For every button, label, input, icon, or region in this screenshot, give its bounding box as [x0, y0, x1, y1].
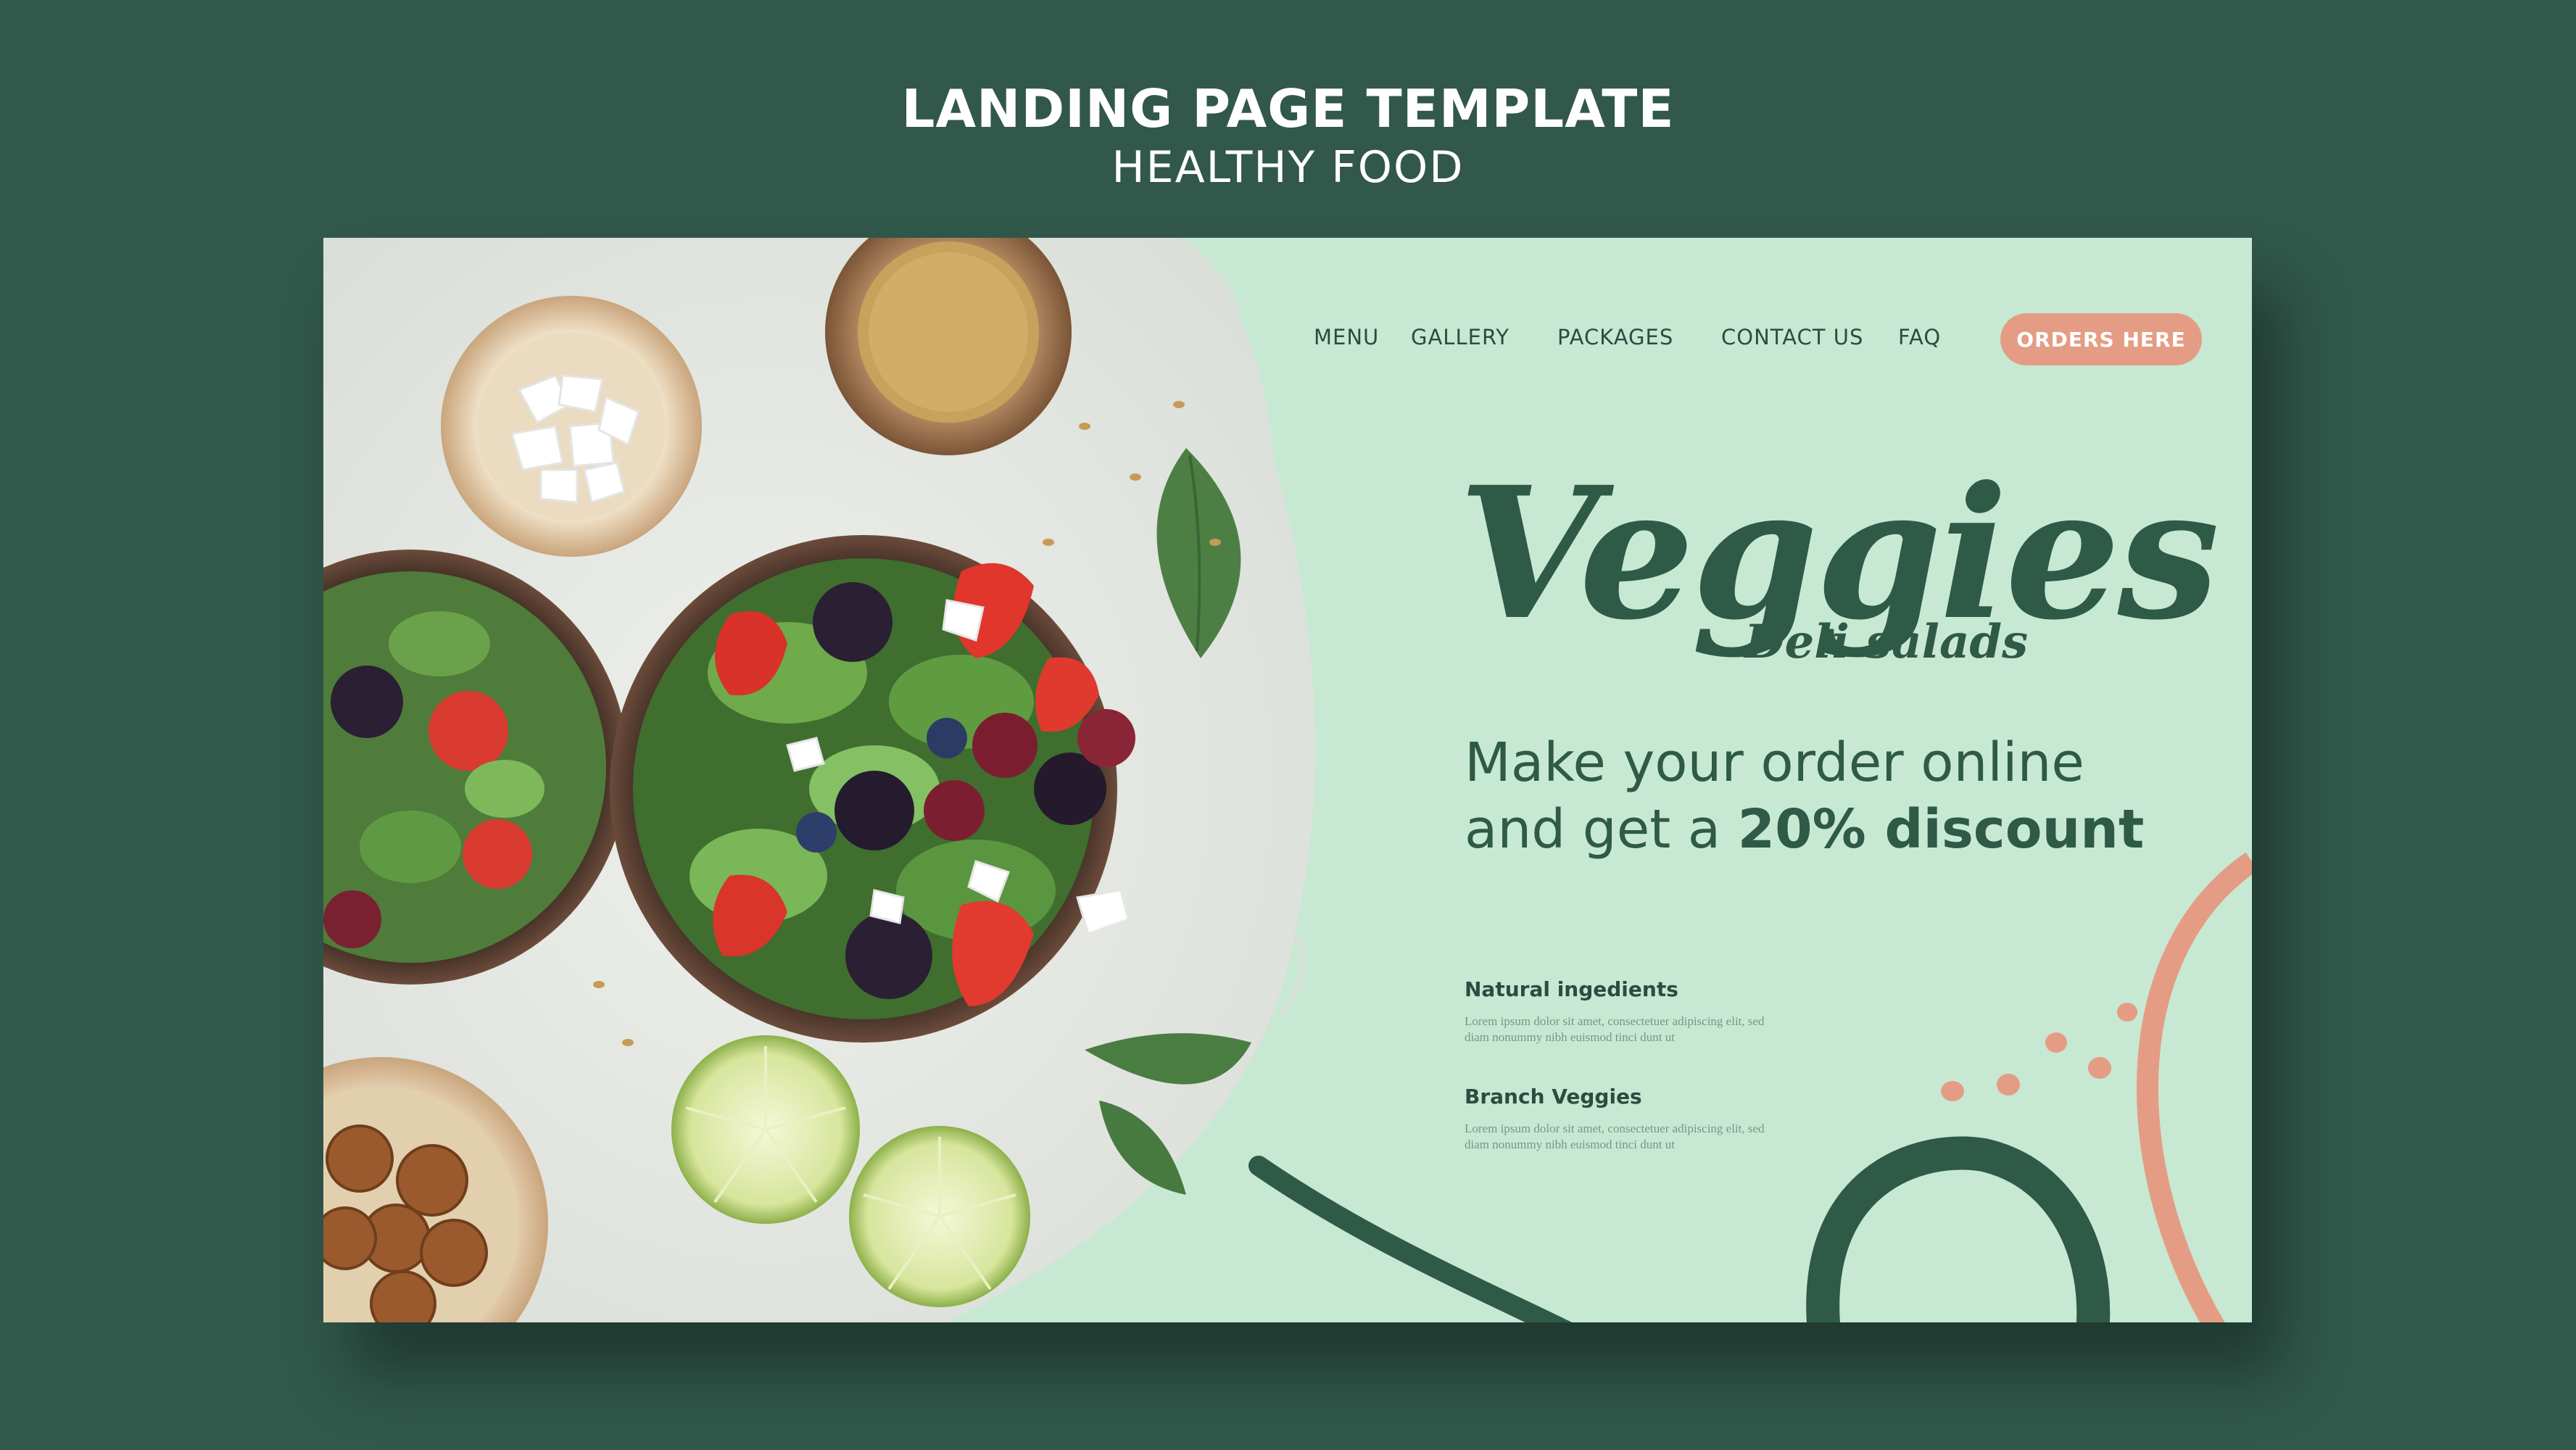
feature-title-natural: Natural ingedients — [1465, 977, 1678, 1001]
template-subtitle: HEALTHY FOOD — [1111, 142, 1465, 193]
promo-discount: 20% discount — [1737, 798, 2145, 861]
brand-tagline: Deli salads — [1744, 615, 2029, 669]
promo-headline: Make your order online and get a 20% dis… — [1465, 729, 2144, 863]
promo-line-2-prefix: and get a — [1465, 798, 1738, 861]
nav-faq[interactable]: FAQ — [1898, 325, 1941, 349]
feature-body-natural: Lorem ipsum dolor sit amet, consectetuer… — [1465, 1014, 1765, 1044]
top-nav: MENU GALLERY PACKAGES CONTACT US FAQ ORD… — [323, 238, 2252, 365]
template-title: LANDING PAGE TEMPLATE — [901, 78, 1675, 139]
nav-packages[interactable]: PACKAGES — [1557, 325, 1673, 349]
orders-here-button[interactable]: ORDERS HERE — [2000, 313, 2202, 365]
promo-line-2: and get a 20% discount — [1465, 796, 2144, 863]
landing-page-mockup: MENU GALLERY PACKAGES CONTACT US FAQ ORD… — [323, 238, 2252, 1322]
feature-title-branch: Branch Veggies — [1465, 1085, 1642, 1109]
feature-body-branch: Lorem ipsum dolor sit amet, consectetuer… — [1465, 1122, 1765, 1151]
nav-gallery[interactable]: GALLERY — [1411, 325, 1509, 349]
nav-contact-us[interactable]: CONTACT US — [1721, 325, 1863, 349]
nav-menu[interactable]: MENU — [1314, 325, 1379, 349]
promo-line-1: Make your order online — [1465, 732, 2084, 794]
